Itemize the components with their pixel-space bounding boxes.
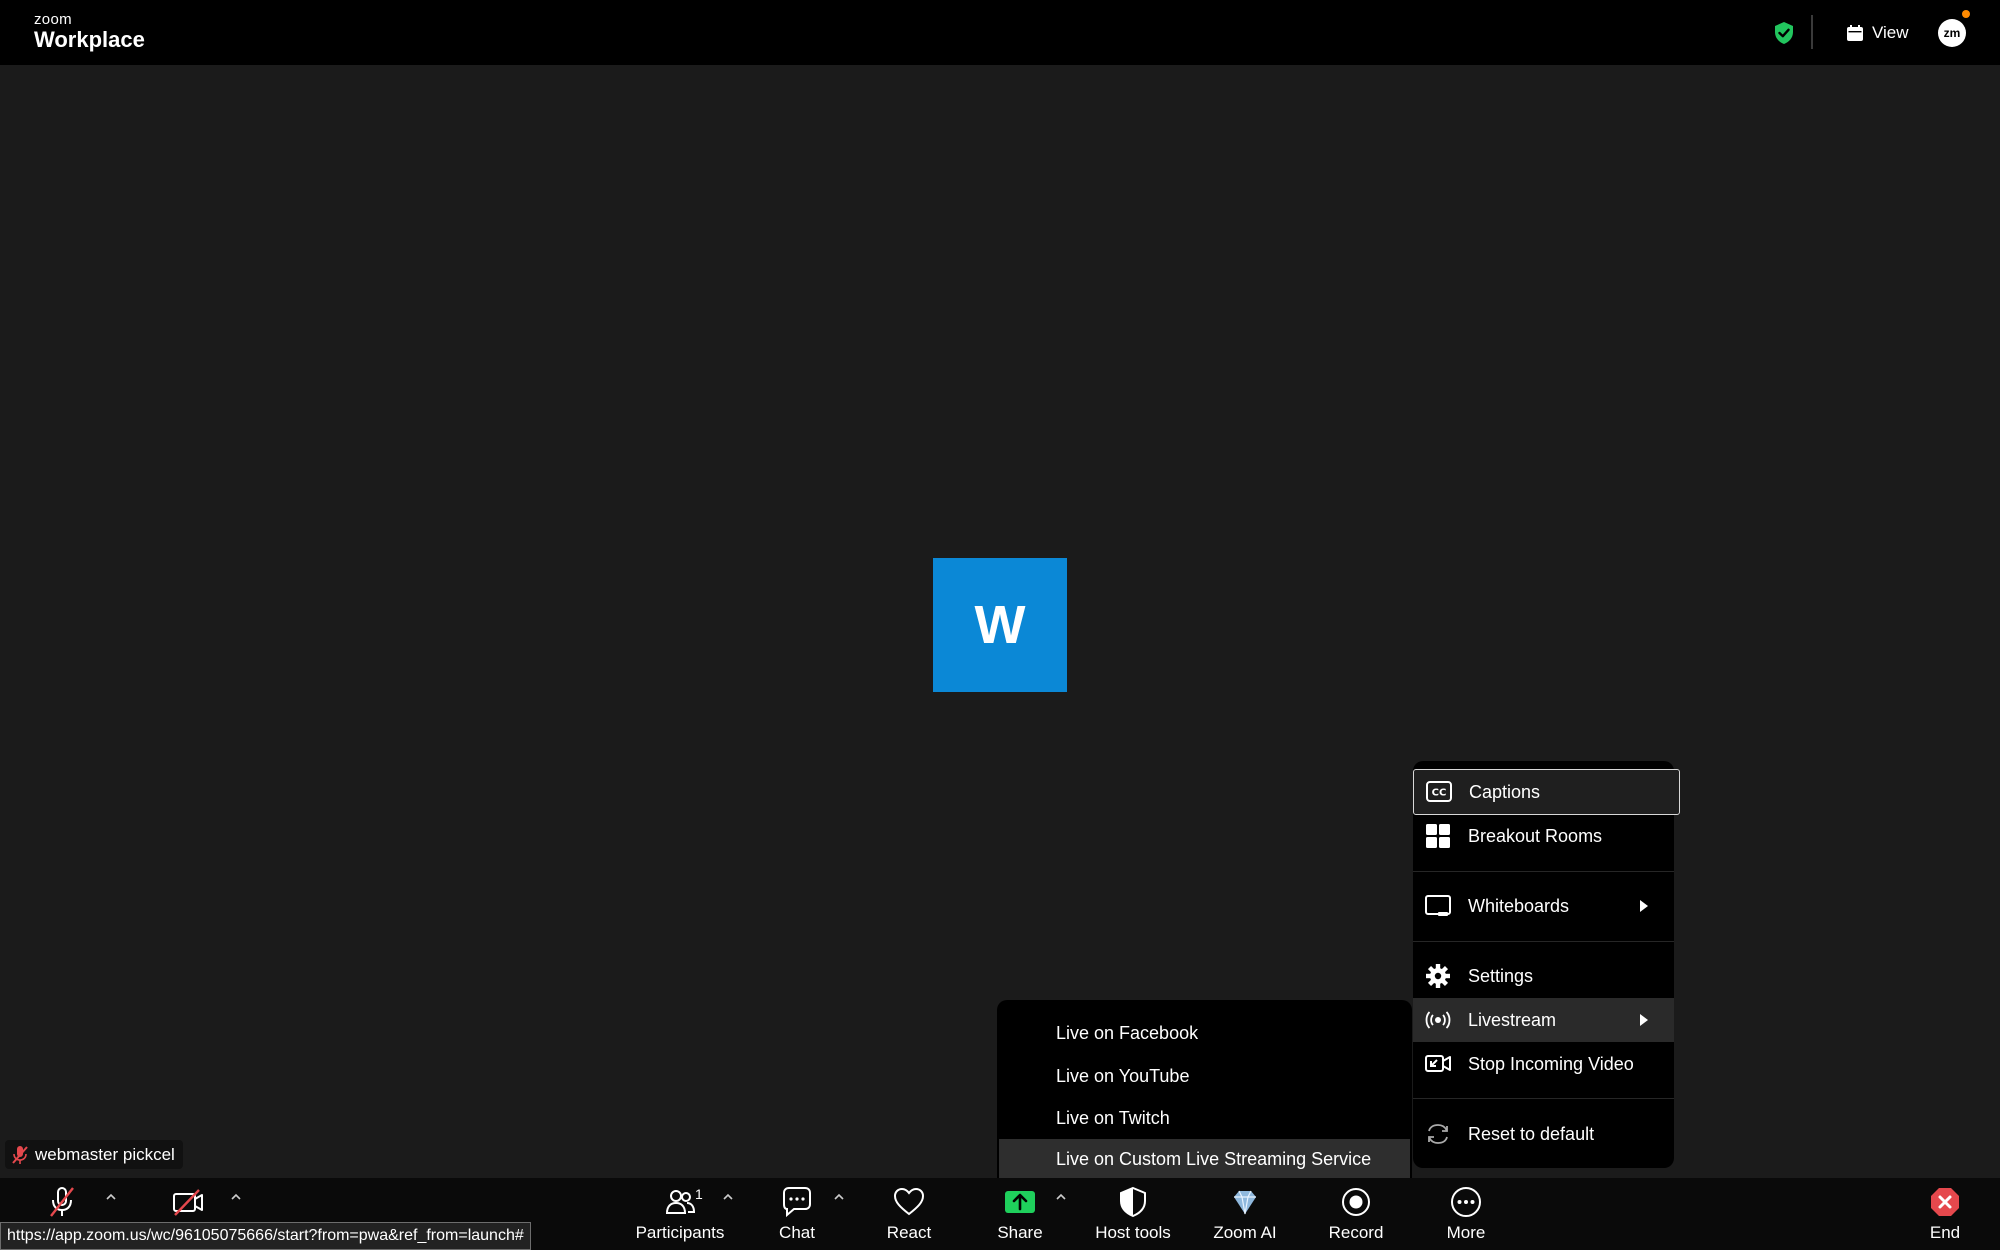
security-shield-icon[interactable] (1773, 21, 1795, 45)
livestream-facebook[interactable]: Live on Facebook (999, 1013, 1410, 1053)
brand-small-text: zoom (34, 11, 72, 28)
calendar-grid-icon (1847, 25, 1863, 41)
menu-label-settings: Settings (1468, 965, 1534, 986)
chat-button[interactable]: Chat (760, 1178, 834, 1250)
menu-divider (1413, 871, 1674, 872)
menu-label-whiteboards: Whiteboards (1468, 895, 1570, 916)
end-label: End (1929, 1223, 1961, 1242)
share-label: Share (997, 1223, 1043, 1242)
menu-label-reset-to-default: Reset to default (1468, 1123, 1595, 1144)
muted-mic-icon (44, 1185, 80, 1219)
menu-label-livestream: Livestream (1468, 1009, 1557, 1030)
chevron-up-icon (231, 1193, 241, 1200)
whiteboard-icon (1424, 893, 1452, 919)
chevron-up-icon (106, 1193, 116, 1200)
more-menu: CC Captions Breakout Rooms Whiteboards S… (1413, 761, 1680, 1168)
menu-item-livestream[interactable]: Livestream (1413, 998, 1674, 1042)
svg-text:CC: CC (1432, 788, 1447, 799)
record-button[interactable]: Record (1318, 1178, 1394, 1250)
livestream-submenu: Live on Facebook Live on YouTube Live on… (997, 1000, 1412, 1190)
participant-name: webmaster pickcel (35, 1144, 175, 1164)
participants-icon (662, 1185, 698, 1219)
top-divider (1811, 15, 1813, 49)
participants-label: Participants (635, 1223, 725, 1242)
menu-item-settings[interactable]: Settings (1413, 954, 1674, 998)
menu-item-breakout-rooms[interactable]: Breakout Rooms (1413, 814, 1674, 858)
livestream-custom-label: Live on Custom Live Streaming Service (1056, 1148, 1372, 1169)
zoom-ai-label: Zoom AI (1213, 1223, 1277, 1242)
react-label: React (886, 1223, 932, 1242)
menu-label-stop-incoming-video: Stop Incoming Video (1468, 1053, 1634, 1074)
video-off-icon (1424, 1051, 1452, 1077)
livestream-twitch-label: Live on Twitch (1056, 1107, 1170, 1128)
livestream-twitch[interactable]: Live on Twitch (999, 1098, 1410, 1138)
top-bar: zoom Workplace View zm (0, 0, 2000, 65)
menu-item-captions[interactable]: CC Captions (1413, 769, 1680, 815)
zoom-workplace-logo: zoom Workplace (34, 12, 145, 51)
share-screen-icon (1002, 1185, 1038, 1219)
participants-button[interactable]: Participants (628, 1178, 732, 1250)
broadcast-icon (1424, 1007, 1452, 1033)
menu-divider (1413, 1098, 1674, 1099)
view-label: View (1872, 23, 1909, 42)
record-icon (1338, 1185, 1374, 1219)
participant-name-tag: webmaster pickcel (5, 1140, 183, 1169)
share-options-caret[interactable] (1054, 1190, 1068, 1204)
participant-avatar-tile: W (933, 558, 1067, 692)
record-label: Record (1328, 1223, 1384, 1242)
more-button[interactable]: More (1436, 1178, 1496, 1250)
gear-icon (1424, 963, 1452, 989)
brand-big-text: Workplace (34, 27, 145, 52)
participant-initial: W (974, 595, 1026, 655)
livestream-facebook-label: Live on Facebook (1056, 1022, 1199, 1043)
shield-icon (1115, 1185, 1151, 1219)
host-tools-label: Host tools (1095, 1223, 1171, 1242)
ai-sparkle-icon (1227, 1185, 1263, 1219)
menu-label-breakout-rooms: Breakout Rooms (1468, 825, 1603, 846)
livestream-custom-service[interactable]: Live on Custom Live Streaming Service (999, 1139, 1410, 1179)
participants-count-badge: 1 (695, 1186, 703, 1202)
chevron-up-icon (723, 1193, 733, 1200)
browser-status-url: https://app.zoom.us/wc/96105075666/start… (0, 1222, 531, 1250)
livestream-youtube[interactable]: Live on YouTube (999, 1056, 1410, 1096)
more-dots-icon (1448, 1185, 1484, 1219)
heart-icon (891, 1185, 927, 1219)
audio-options-caret[interactable] (104, 1190, 118, 1204)
video-off-icon (170, 1185, 206, 1219)
host-tools-button[interactable]: Host tools (1088, 1178, 1178, 1250)
grid-icon (1424, 823, 1452, 849)
user-avatar[interactable]: zm (1938, 19, 1966, 47)
view-button[interactable]: View (1846, 19, 1909, 47)
share-button[interactable]: Share (984, 1178, 1056, 1250)
submenu-arrow-icon (1640, 900, 1648, 912)
menu-item-whiteboards[interactable]: Whiteboards (1413, 884, 1674, 928)
chat-options-caret[interactable] (832, 1190, 846, 1204)
chevron-up-icon (834, 1193, 844, 1200)
muted-mic-icon (12, 1145, 28, 1164)
cc-icon: CC (1425, 779, 1453, 805)
submenu-arrow-icon (1640, 1014, 1648, 1026)
livestream-youtube-label: Live on YouTube (1056, 1065, 1190, 1086)
zoom-ai-button[interactable]: Zoom AI (1200, 1178, 1290, 1250)
more-label: More (1446, 1223, 1486, 1242)
chevron-up-icon (1056, 1193, 1066, 1200)
chat-bubble-icon (779, 1185, 815, 1219)
video-options-caret[interactable] (229, 1190, 243, 1204)
participants-options-caret[interactable] (721, 1190, 735, 1204)
chat-label: Chat (779, 1223, 815, 1242)
notification-dot (1962, 10, 1970, 18)
reset-icon (1424, 1121, 1452, 1147)
react-button[interactable]: React (874, 1178, 944, 1250)
menu-divider (1413, 941, 1674, 942)
menu-item-reset-to-default[interactable]: Reset to default (1413, 1112, 1674, 1156)
end-x-icon (1927, 1185, 1963, 1219)
end-meeting-button[interactable]: End (1920, 1178, 1970, 1250)
menu-label-captions: Captions (1469, 781, 1541, 802)
menu-item-stop-incoming-video[interactable]: Stop Incoming Video (1413, 1042, 1674, 1086)
